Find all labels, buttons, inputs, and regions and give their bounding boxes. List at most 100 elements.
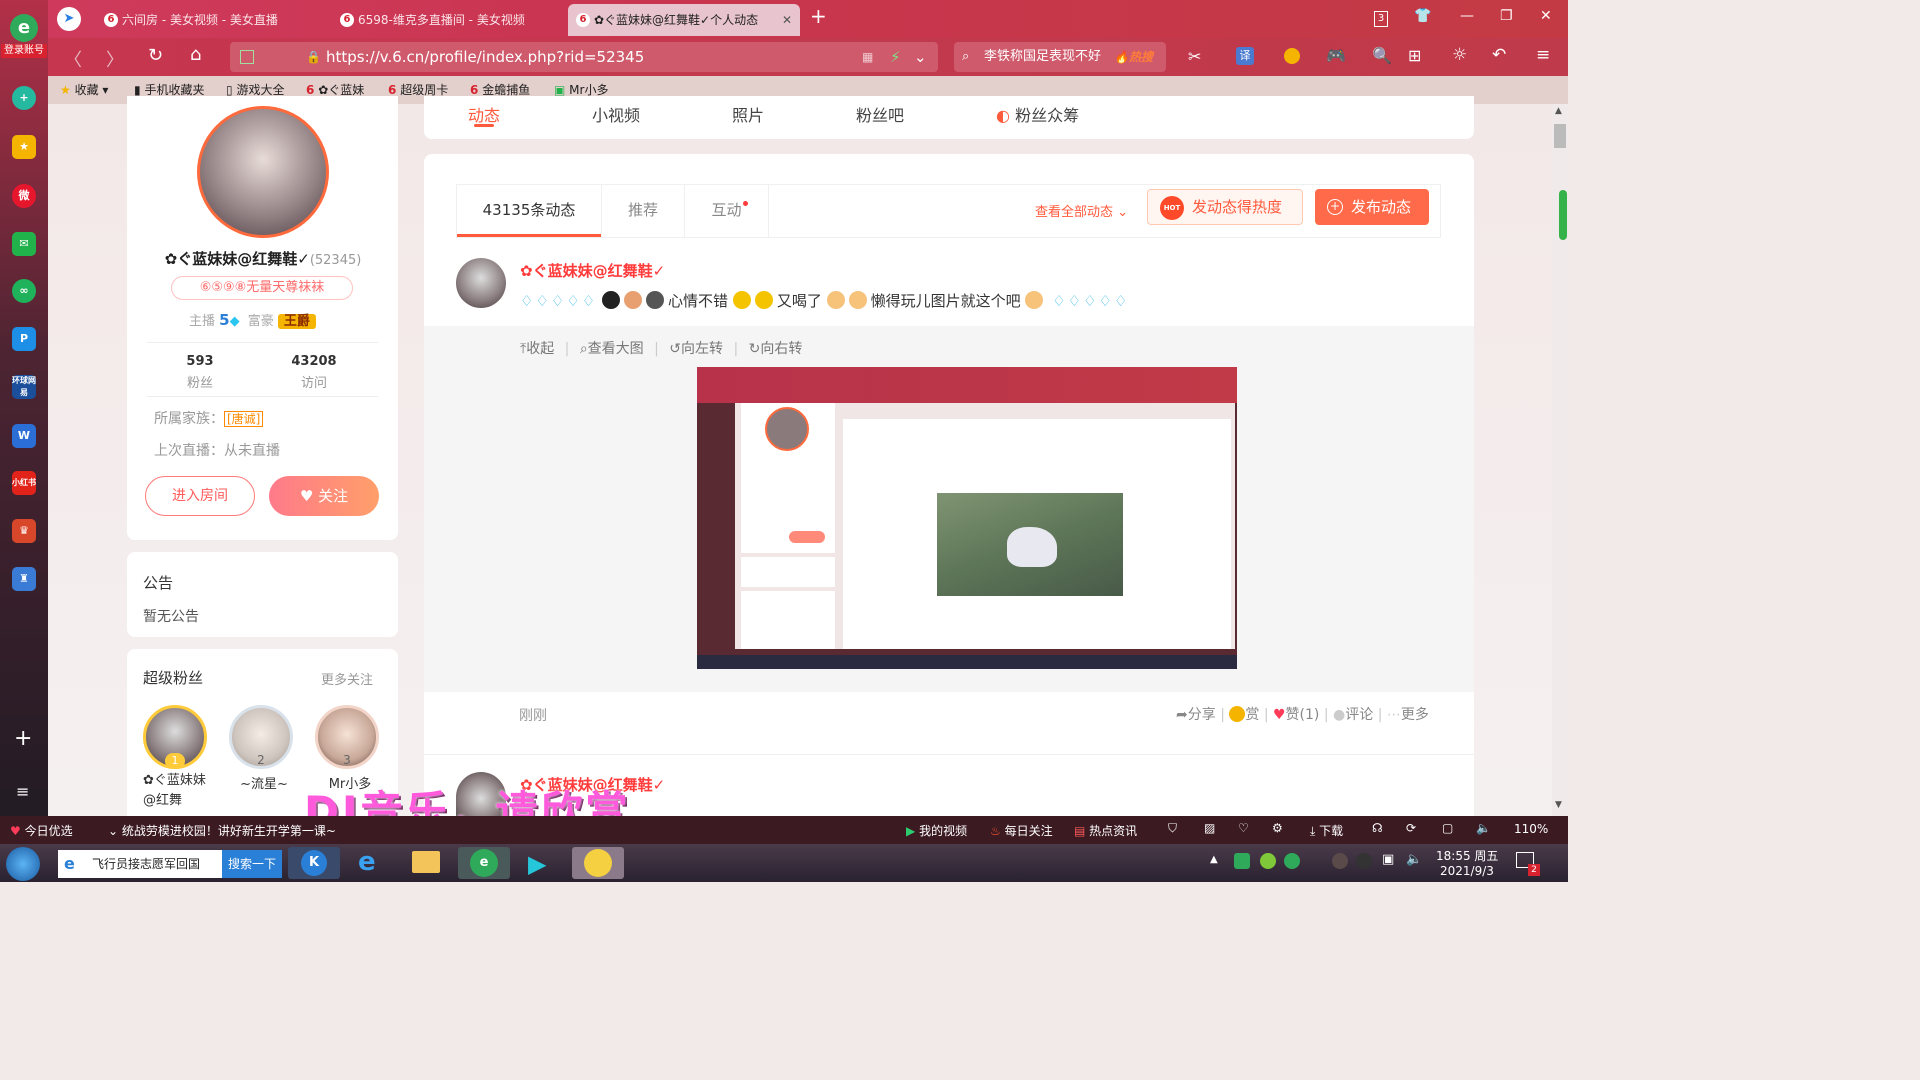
rotate-right-button[interactable]: ↻向右转 xyxy=(749,341,803,357)
tab-short-videos[interactable]: 小视频 xyxy=(592,102,640,126)
document-icon[interactable]: W xyxy=(12,424,36,448)
side-scroll-indicator[interactable] xyxy=(1559,190,1567,240)
image-icon[interactable]: ▨ xyxy=(1204,821,1215,835)
family-name[interactable]: [唐诚] xyxy=(224,411,264,427)
scroll-up-icon[interactable]: ▲ xyxy=(1555,106,1562,116)
window-icon[interactable]: ▢ xyxy=(1442,821,1453,835)
follow-button[interactable]: ♥ 关注 xyxy=(269,476,379,516)
start-button[interactable] xyxy=(6,847,40,881)
tray-volume-icon[interactable]: 🔈 xyxy=(1406,852,1422,867)
tray-plus-icon[interactable] xyxy=(1284,853,1300,869)
clock-date[interactable]: 2021/9/3 xyxy=(1440,864,1494,878)
forward-icon[interactable]: 〉 xyxy=(106,46,124,72)
tab-photos[interactable]: 照片 xyxy=(732,102,764,126)
shield-icon[interactable]: ⛉ xyxy=(1168,821,1177,836)
enter-room-button[interactable]: 进入房间 xyxy=(145,476,255,516)
tab-fan-forum[interactable]: 粉丝吧 xyxy=(856,102,904,126)
download-link[interactable]: ⤓ 下载 xyxy=(1310,822,1343,839)
headset-icon[interactable]: ☊ xyxy=(1372,821,1383,835)
sync-icon[interactable]: ⟳ xyxy=(1406,821,1416,835)
add-app-icon[interactable]: + xyxy=(12,86,36,110)
tray-avatar-icon[interactable] xyxy=(1332,853,1348,869)
undo-icon[interactable]: ↶ xyxy=(1492,45,1506,65)
game-window-icon[interactable] xyxy=(572,847,624,879)
volume-icon[interactable]: 🔈 xyxy=(1476,821,1491,835)
like-button[interactable]: ♥赞(1) xyxy=(1273,707,1319,723)
zoom-level[interactable]: 110% xyxy=(1514,822,1548,836)
chevron-down-icon[interactable]: ⌄ xyxy=(914,42,927,72)
heart-outline-icon[interactable]: ♡ xyxy=(1238,821,1249,835)
comment-button[interactable]: ●评论 xyxy=(1333,707,1373,723)
coin-icon[interactable] xyxy=(1284,48,1300,64)
avatar[interactable] xyxy=(197,106,329,238)
tab-liujianfang[interactable]: 6 六间房 - 美女视频 - 美女直播 xyxy=(96,4,322,36)
sidebar-add-icon[interactable]: + xyxy=(14,726,32,751)
search-text[interactable]: 李铁称国足表现不好 xyxy=(984,42,1101,72)
taskbar-search-button[interactable]: 搜索一下 xyxy=(222,850,282,878)
more-follow-link[interactable]: 更多关注 xyxy=(321,669,373,688)
tab-all-dynamics[interactable]: 43135条动态 xyxy=(457,185,601,237)
rotate-left-button[interactable]: ↺向左转 xyxy=(669,341,723,357)
page-mode-icon[interactable] xyxy=(240,50,254,64)
weibo-icon[interactable]: 微 xyxy=(12,184,36,208)
publish-button[interactable]: + 发布动态 xyxy=(1315,189,1429,225)
gamepad-icon[interactable]: 🎮 xyxy=(1326,46,1346,65)
back-icon[interactable]: 〈 xyxy=(64,46,82,72)
favorites-star-icon[interactable]: ★ xyxy=(12,135,36,159)
view-large-button[interactable]: ⌕查看大图 xyxy=(580,341,644,357)
view-all-dropdown[interactable]: 查看全部动态 ⌄ xyxy=(1035,201,1128,220)
hot-news-link[interactable]: ▤ 热点资讯 xyxy=(1074,822,1137,839)
tab-6598[interactable]: 6 6598-维克多直播间 - 美女视频 xyxy=(332,4,558,36)
qr-icon[interactable]: ▦ xyxy=(862,42,873,72)
scroll-down-icon[interactable]: ▼ xyxy=(1555,800,1562,810)
browser-logo-icon[interactable]: e xyxy=(10,14,38,42)
hot-dynamics-button[interactable]: HOT 发动态得热度 xyxy=(1147,189,1303,225)
tray-shield-icon[interactable] xyxy=(1234,853,1250,869)
tray-360-icon[interactable] xyxy=(1260,853,1276,869)
post-avatar[interactable] xyxy=(456,258,506,308)
magnifier-icon[interactable]: 🔍 xyxy=(1372,46,1392,65)
hongbao-app-icon[interactable]: 小红书 xyxy=(12,471,36,495)
share-button[interactable]: ➦分享 xyxy=(1176,707,1216,723)
game-app-icon[interactable]: ♛ xyxy=(12,519,36,543)
sidebar-menu-icon[interactable]: ≡ xyxy=(16,782,29,801)
new-tab-icon[interactable]: + xyxy=(810,4,827,28)
taskbar-search[interactable]: e 飞行员接志愿军回国 xyxy=(58,850,222,878)
bookmark-favorites[interactable]: ★ 收藏 ▾ xyxy=(60,76,108,104)
ie-browser-icon[interactable]: e xyxy=(344,847,396,879)
lightning-icon[interactable]: ⚡ xyxy=(890,42,901,72)
cut-icon[interactable]: ✂ xyxy=(1188,47,1201,66)
fans-count[interactable]: 593 xyxy=(169,354,231,369)
close-window-icon[interactable]: ✕ xyxy=(1540,8,1552,24)
restore-icon[interactable]: ❐ xyxy=(1500,8,1513,24)
news-app-icon[interactable]: 环球网易 xyxy=(12,375,36,399)
tab-dynamics[interactable]: 动态 xyxy=(468,102,500,126)
k-app-icon[interactable]: K xyxy=(288,847,340,879)
minimize-icon[interactable]: — xyxy=(1460,8,1474,24)
tray-network-icon[interactable]: ▣ xyxy=(1382,852,1394,867)
news-ticker[interactable]: ⌄ 统战劳模进校园！讲好新生开学第一课~ xyxy=(108,822,336,839)
brightness-icon[interactable]: ☼ xyxy=(1452,45,1467,65)
tab-count-badge[interactable]: 3 xyxy=(1374,11,1388,27)
scroll-thumb[interactable] xyxy=(1554,124,1566,148)
tab-interaction[interactable]: 互动 xyxy=(685,185,769,237)
tab-recommend[interactable]: 推荐 xyxy=(601,185,685,237)
video-player-icon[interactable]: ▶ xyxy=(514,847,566,879)
reward-button[interactable]: 赏 xyxy=(1229,706,1259,723)
skin-icon[interactable]: 👕 xyxy=(1414,8,1431,24)
login-button[interactable]: 登录账号 xyxy=(1,44,47,58)
refresh-icon[interactable]: ↻ xyxy=(148,45,163,66)
tab-crowdfunding[interactable]: ◐ 粉丝众筹 xyxy=(996,102,1079,126)
today-picks[interactable]: ♥ 今日优选 xyxy=(10,822,73,839)
url-text[interactable]: https://v.6.cn/profile/index.php?rid=523… xyxy=(326,42,644,72)
family-badge[interactable]: ⑥⑤⑨⑧无量天尊袜袜 xyxy=(171,276,353,300)
superfan-name[interactable]: ✿ぐ蓝妹妹@红舞 xyxy=(143,771,215,811)
tray-expand-icon[interactable]: ▲ xyxy=(1210,854,1218,865)
game-app-2-icon[interactable]: ♜ xyxy=(12,567,36,591)
search-box[interactable]: ⌕ 李铁称国足表现不好 🔥热搜 xyxy=(954,42,1166,72)
home-icon[interactable]: ⌂ xyxy=(190,44,201,65)
post-author[interactable]: ✿ぐ蓝妹妹@红舞鞋✓ xyxy=(520,260,665,281)
close-tab-icon[interactable]: ✕ xyxy=(782,4,792,36)
address-bar[interactable]: 🔒 https://v.6.cn/profile/index.php?rid=5… xyxy=(230,42,938,72)
tray-qq-icon[interactable] xyxy=(1356,853,1372,869)
